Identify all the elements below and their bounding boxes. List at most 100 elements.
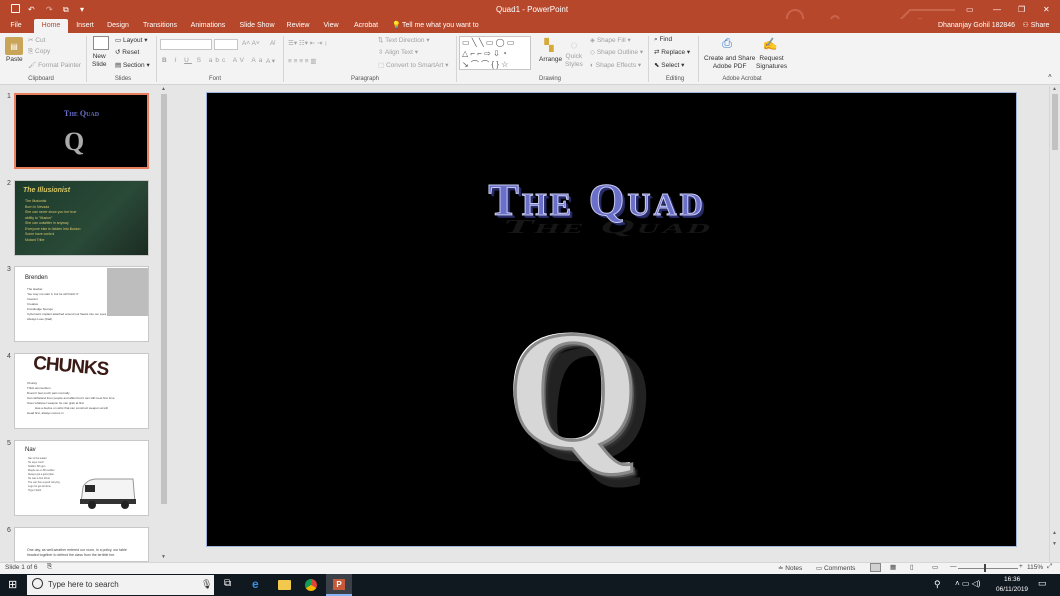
tab-design[interactable]: Design xyxy=(104,19,132,33)
slide-thumbnail-3[interactable]: Brenden The Hacker "He may not start it,… xyxy=(14,266,149,342)
cut-button[interactable]: ✂ Cut xyxy=(28,36,45,44)
align-icons[interactable]: ≡ ≡ ≡ ≡ ▥ xyxy=(288,57,317,65)
font-color-icon[interactable]: A ▾ xyxy=(266,57,275,65)
tab-slide-show[interactable]: Slide Show xyxy=(238,19,276,33)
spellcheck-icon[interactable]: ⎘ xyxy=(47,563,52,571)
tab-transitions[interactable]: Transitions xyxy=(140,19,180,33)
format-painter-button[interactable]: 🖌 Format Painter xyxy=(28,61,81,69)
quick-styles-icon[interactable]: ◌ xyxy=(566,37,582,53)
tell-me-box[interactable]: Tell me what you want to do... xyxy=(402,19,494,43)
tab-insert[interactable]: Insert xyxy=(72,19,98,33)
layout-button[interactable]: ▭ Layout ▾ xyxy=(115,36,148,44)
save-icon[interactable] xyxy=(11,4,20,13)
normal-view-icon[interactable] xyxy=(870,563,881,572)
copy-button[interactable]: ⎘ Copy xyxy=(28,48,50,56)
zoom-in-icon[interactable]: + xyxy=(1019,563,1023,570)
shape-outline-button[interactable]: ◇ Shape Outline ▾ xyxy=(590,48,643,56)
tab-acrobat[interactable]: Acrobat xyxy=(350,19,382,33)
people-icon[interactable]: ⚲ xyxy=(934,579,941,590)
redo-icon[interactable]: ↷ xyxy=(46,0,53,19)
microphone-icon[interactable]: 🎙 xyxy=(201,579,212,590)
replace-button[interactable]: ⇄ Replace ▾ xyxy=(654,48,690,56)
scroll-thumb[interactable] xyxy=(161,94,167,504)
scroll-up-arrow[interactable]: ▲ xyxy=(161,86,166,92)
shape-effects-button[interactable]: ◐ Shape Effects ▾ xyxy=(590,61,641,69)
create-pdf-button[interactable]: Create and Share Adobe PDF xyxy=(704,55,755,71)
clock-date[interactable]: 06/11/2019 xyxy=(996,586,1028,593)
customize-qat-icon[interactable]: ▾ xyxy=(80,0,84,19)
slide-thumbnail-2[interactable]: The Illusionist The Illusionist Born in … xyxy=(14,180,149,256)
request-signatures-icon[interactable]: ✍ xyxy=(762,36,778,51)
select-button[interactable]: ⬉ Select ▾ xyxy=(654,61,684,69)
tab-animations[interactable]: Animations xyxy=(188,19,228,33)
section-button[interactable]: ▤ Section ▾ xyxy=(115,61,150,69)
clock-time[interactable]: 16:36 xyxy=(1004,576,1020,583)
q-logo[interactable]: Q xyxy=(505,304,640,477)
paste-button[interactable]: Paste xyxy=(6,56,23,63)
font-name-box[interactable] xyxy=(160,39,212,50)
new-slide-button[interactable]: New Slide xyxy=(92,53,106,69)
new-slide-icon[interactable] xyxy=(93,36,109,50)
slide-title[interactable]: The Quad xyxy=(447,173,747,226)
quick-styles-button[interactable]: Quick Styles xyxy=(565,53,583,69)
maximize-button[interactable]: ❐ xyxy=(1018,0,1025,19)
powerpoint-taskbar-icon[interactable]: P xyxy=(326,574,352,596)
zoom-out-icon[interactable]: — xyxy=(950,563,957,570)
slide-scrollbar[interactable]: ▲ ▲ ▼ xyxy=(1049,86,1060,562)
clear-format-icon[interactable]: A̸ xyxy=(270,40,274,47)
font-size-box[interactable] xyxy=(214,39,238,50)
zoom-slider-thumb[interactable] xyxy=(984,564,986,572)
slide-thumbnail-4[interactable]: CHUNKS Chunky Thick ammunition Doesn't f… xyxy=(14,353,149,429)
close-button[interactable]: ✕ xyxy=(1043,0,1050,19)
zoom-level[interactable]: 115% xyxy=(1027,564,1043,571)
chrome-icon[interactable] xyxy=(305,579,317,591)
slideshow-icon[interactable]: ▭ xyxy=(932,563,938,571)
thumbnail-scrollbar[interactable]: ▲ ▼ xyxy=(160,86,168,562)
find-button[interactable]: ⌕ Find xyxy=(654,36,672,44)
next-slide-icon[interactable]: ▼ xyxy=(1052,541,1057,547)
create-pdf-icon[interactable]: ⎙ xyxy=(720,36,734,51)
zoom-slider[interactable] xyxy=(958,568,1018,569)
edge-icon[interactable]: e xyxy=(252,577,259,591)
slide-thumbnail-1[interactable]: The Quad Q xyxy=(14,93,149,169)
font-style-buttons[interactable]: B I U S abc AV Aa xyxy=(162,57,265,64)
notification-icon[interactable]: ▭ xyxy=(1038,578,1047,589)
slide-sorter-icon[interactable]: ▦ xyxy=(890,563,896,571)
taskbar-search-box[interactable]: Type here to search 🎙 xyxy=(27,575,214,595)
collapse-ribbon-icon[interactable]: ˄ xyxy=(1048,73,1052,80)
arrange-icon[interactable]: ▚ xyxy=(541,37,557,53)
task-view-icon[interactable]: ⧉ xyxy=(224,578,231,589)
shape-fill-button[interactable]: ◈ Shape Fill ▾ xyxy=(590,36,631,44)
tab-home[interactable]: Home xyxy=(34,19,68,33)
tray-icons[interactable]: ˄ ▭ ◁) xyxy=(955,579,981,588)
convert-smartart-button[interactable]: ⬚ Convert to SmartArt ▾ xyxy=(378,61,448,69)
presenter-icon[interactable]: ⧉ xyxy=(63,0,69,19)
fit-slide-icon[interactable]: ⤢ xyxy=(1047,563,1052,571)
reading-view-icon[interactable]: ▯ xyxy=(910,563,914,571)
minimize-button[interactable]: — xyxy=(993,0,1001,19)
tab-review[interactable]: Review xyxy=(284,19,312,33)
undo-icon[interactable]: ↶ xyxy=(28,0,35,19)
align-text-button[interactable]: ⇳ Align Text ▾ xyxy=(378,48,418,56)
tab-view[interactable]: View xyxy=(320,19,342,33)
comments-button[interactable]: ▭ Comments xyxy=(816,564,855,572)
user-name[interactable]: Dhananjay Gohil 182846 xyxy=(938,19,1016,33)
tab-file[interactable]: File xyxy=(4,19,28,33)
ribbon-display-icon[interactable]: ▭ xyxy=(966,0,974,19)
reset-button[interactable]: ↺ Reset xyxy=(115,48,139,56)
slide-thumbnail-5[interactable]: Nav Nav is the leader He says much Soldi… xyxy=(14,440,149,516)
shapes-gallery[interactable]: ▭ ╲ ╲ ▭ ◯ ▭ △ ⌐ ⌐ ⇨ ⇩ ◔ ↘ ⌒ ⌒ { } ☆ xyxy=(459,36,531,70)
paste-icon[interactable]: ▤ xyxy=(5,37,23,55)
bullets-icon[interactable]: ☰▾ ☷▾ ⇤ ⇥ ↕ xyxy=(288,39,328,47)
request-signatures-button[interactable]: Request Signatures xyxy=(756,55,787,71)
share-button[interactable]: ⚇ Share xyxy=(1018,19,1054,33)
arrange-button[interactable]: Arrange xyxy=(539,56,562,63)
scroll-thumb[interactable] xyxy=(1052,94,1058,150)
notes-button[interactable]: ≐ Notes xyxy=(778,564,802,572)
scroll-up-arrow[interactable]: ▲ xyxy=(1052,86,1057,92)
slide-thumbnail-6[interactable]: One day, as well-weather entered our roo… xyxy=(14,527,149,562)
font-size-increase-icon[interactable]: A˄ A˅ xyxy=(242,40,260,47)
text-direction-button[interactable]: ⇅ Text Direction ▾ xyxy=(378,36,430,44)
windows-start-icon[interactable]: ⊞ xyxy=(8,578,17,591)
prev-slide-icon[interactable]: ▲ xyxy=(1052,530,1057,536)
